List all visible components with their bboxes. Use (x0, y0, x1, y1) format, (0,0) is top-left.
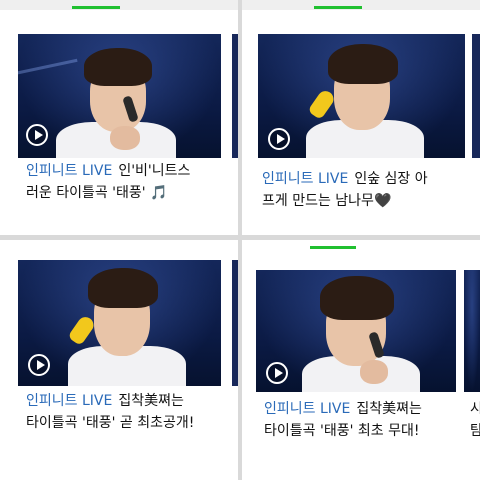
partial-line-2: 탐 (470, 423, 480, 439)
video-thumbnail[interactable] (256, 270, 456, 392)
title-line-1: 집착美쪄는 (356, 401, 422, 417)
partial-line-1: 시 (470, 401, 480, 417)
panel-top-bar (0, 0, 238, 10)
title-line-2: 타이틀곡 '태풍' 최초 무대! (264, 423, 420, 439)
title-line-2: 프게 만드는 남나무 (262, 193, 374, 209)
card-caption[interactable]: 인피니트 LIVE 집착美쪄는 타이틀곡 '태풍' 곧 최초공개! (26, 390, 194, 434)
category-label: 인피니트 LIVE (26, 163, 113, 179)
card-3[interactable]: 인피니트 LIVE 집착美쪄는 타이틀곡 '태풍' 곧 최초공개! (0, 240, 238, 480)
card-caption[interactable]: 인피니트 LIVE 인'비'니트스 러운 타이틀곡 '태풍' 🎵 (26, 160, 190, 204)
title-line-1: 인숲 심장 아 (354, 171, 428, 187)
title-line-1: 집착美쪄는 (118, 393, 184, 409)
card-caption[interactable]: 인피니트 LIVE 인숲 심장 아 프게 만드는 남나무🖤 (262, 168, 428, 212)
next-thumbnail-edge (232, 34, 238, 158)
heart-emoji: 🖤 (373, 193, 392, 209)
card-2[interactable]: 인피니트 LIVE 인숲 심장 아 프게 만드는 남나무🖤 (242, 0, 480, 235)
category-label: 인피니트 LIVE (262, 171, 349, 187)
active-indicator (72, 6, 120, 9)
panel-top-bar (242, 240, 480, 250)
card-4[interactable]: 인피니트 LIVE 집착美쪄는 타이틀곡 '태풍' 최초 무대! 시 탐 (242, 240, 480, 480)
video-thumbnail[interactable] (18, 34, 221, 158)
video-thumbnail[interactable] (18, 260, 221, 386)
title-line-1: 인'비'니트스 (118, 163, 191, 179)
play-icon[interactable] (266, 362, 288, 384)
active-indicator (310, 246, 356, 249)
card-1[interactable]: 인피니트 LIVE 인'비'니트스 러운 타이틀곡 '태풍' 🎵 (0, 0, 238, 235)
play-icon[interactable] (26, 124, 48, 146)
play-icon[interactable] (268, 128, 290, 150)
video-thumbnail[interactable] (258, 34, 465, 158)
title-line-2: 러운 타이틀곡 '태풍' (26, 185, 146, 201)
active-indicator (314, 6, 362, 9)
play-icon[interactable] (28, 354, 50, 376)
panel-top-bar (242, 0, 480, 10)
next-thumbnail-edge (232, 260, 238, 386)
next-thumbnail[interactable] (464, 270, 480, 392)
card-caption[interactable]: 인피니트 LIVE 집착美쪄는 타이틀곡 '태풍' 최초 무대! (264, 398, 422, 442)
music-note-emoji: 🎵 (150, 185, 168, 201)
next-thumbnail-edge (472, 34, 480, 158)
category-label: 인피니트 LIVE (26, 393, 113, 409)
next-caption-partial: 시 탐 (470, 398, 480, 442)
title-line-2: 타이틀곡 '태풍' 곧 최초공개! (26, 415, 195, 431)
category-label: 인피니트 LIVE (264, 401, 351, 417)
